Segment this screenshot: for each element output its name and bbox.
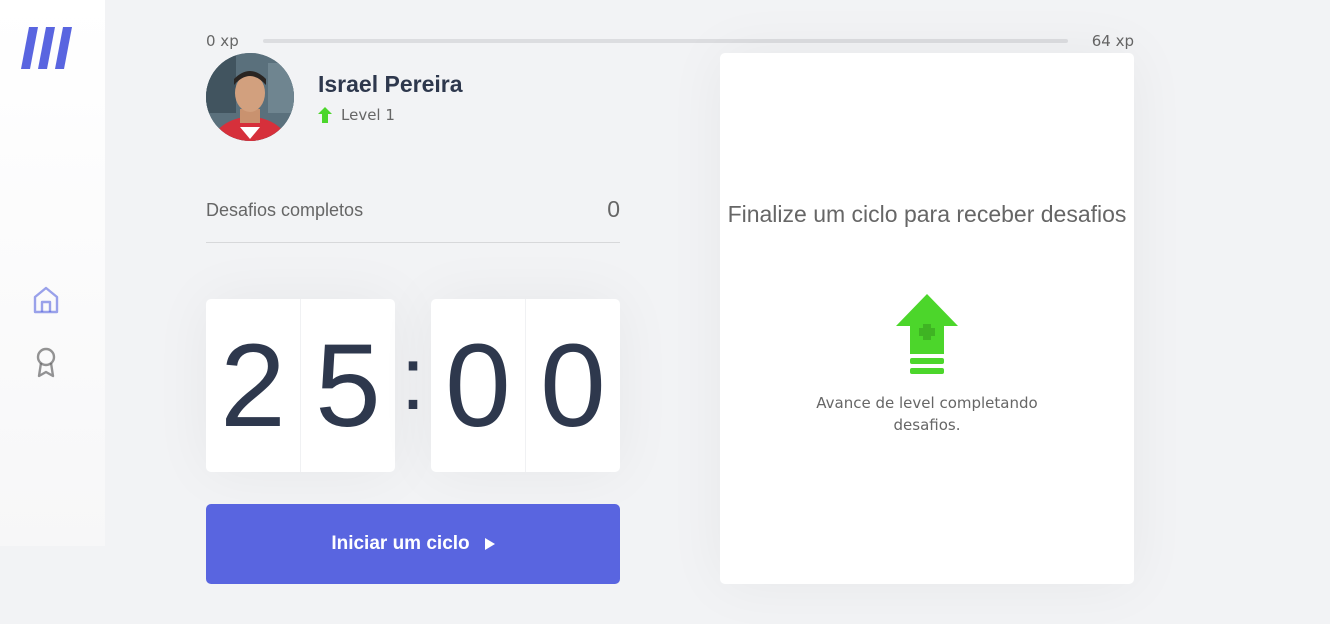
experience-bar: 0 xp 64 xp <box>206 30 1134 52</box>
challenge-box-hint: Avance de level completando desafios. <box>816 394 1038 434</box>
minutes-ones-digit: 5 <box>300 299 395 472</box>
seconds-tens-digit: 0 <box>445 319 511 452</box>
level-label: Level 1 <box>341 105 395 124</box>
user-name: Israel Pereira <box>318 70 463 97</box>
minutes-group: 2 5 <box>206 299 395 472</box>
seconds-group: 0 0 <box>431 299 620 472</box>
app-logo[interactable] <box>21 27 73 69</box>
level-up-arrow-icon <box>318 106 332 123</box>
play-icon <box>484 538 495 550</box>
xp-track <box>262 39 1068 43</box>
challenge-box: Finalize um ciclo para receber desafios … <box>720 53 1134 584</box>
completed-challenges-count: 0 <box>607 196 620 222</box>
sidebar <box>0 0 105 546</box>
seconds-ones-digit: 0 <box>525 299 620 472</box>
timer-separator: : <box>400 329 426 429</box>
completed-challenges-label: Desafios completos <box>206 200 364 220</box>
countdown-timer: 2 5 : 0 0 <box>206 299 620 472</box>
xp-max-label: 64 xp <box>1091 32 1134 50</box>
challenge-box-title: Finalize um ciclo para receber desafios <box>727 201 1127 227</box>
avatar <box>206 53 294 141</box>
avatar-image <box>206 53 294 141</box>
profile: Israel Pereira Level 1 <box>206 53 463 141</box>
start-cycle-button[interactable]: Iniciar um ciclo <box>206 504 620 584</box>
home-icon[interactable] <box>30 284 62 316</box>
user-level: Level 1 <box>318 106 463 124</box>
start-cycle-label: Iniciar um ciclo <box>331 533 470 554</box>
level-up-icon <box>896 294 958 374</box>
minutes-tens-digit: 2 <box>220 319 286 452</box>
completed-challenges: Desafios completos 0 <box>206 196 620 243</box>
xp-min-label: 0 xp <box>206 32 239 50</box>
award-icon[interactable] <box>30 346 62 378</box>
